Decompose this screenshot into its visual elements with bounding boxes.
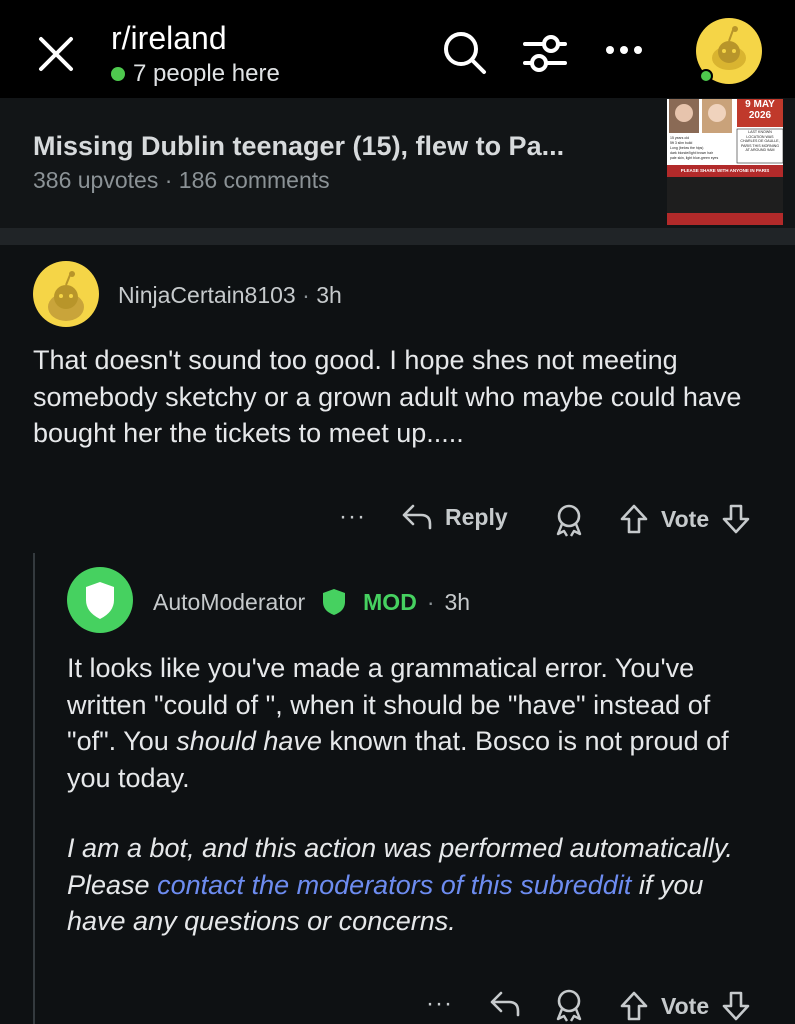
vote-label: Vote [661,992,710,1019]
search-icon[interactable] [440,28,488,76]
thumbnail-location: LAST KNOWN LOCATION WAS CHARLES DE GAULL… [740,130,780,153]
more-options-icon[interactable] [604,44,644,56]
close-icon[interactable] [36,34,76,74]
top-bar: r/ireland 7 people here [0,0,795,98]
contact-moderators-link[interactable]: contact the moderators of this subreddit [157,870,631,900]
vote-label: Vote [661,505,710,532]
mod-badge: MOD [363,588,417,615]
downvote-icon[interactable] [721,990,751,1022]
post-meta: 386 upvotes · 186 comments [33,167,330,194]
subreddit-name[interactable]: r/ireland [111,20,227,57]
emphasis-text: should have [176,726,322,756]
meta-separator: · [426,588,435,615]
comment-author[interactable]: NinjaCertain8103 · 3h [118,282,342,309]
svg-text:5ft 3 slim build: 5ft 3 slim build [670,141,692,145]
reply-icon[interactable] [489,990,521,1018]
upvote-icon[interactable] [619,503,649,535]
username[interactable]: NinjaCertain8103 [118,282,296,308]
reply-button[interactable]: Reply [401,503,508,531]
comment-count: 186 comments [178,167,330,193]
comment-author: AutoModerator MOD · 3h [153,588,470,616]
award-icon[interactable] [553,503,585,537]
section-divider [0,228,795,245]
meta-separator: · [302,282,310,308]
username[interactable]: AutoModerator [153,589,305,616]
comment-body: That doesn't sound too good. I hope shes… [33,345,742,448]
svg-text:15 years old: 15 years old [670,136,689,140]
user-avatar[interactable] [696,18,762,84]
thumbnail-date: 9 MAY 2026 [737,99,783,121]
svg-text:dark blonde/light brown hair: dark blonde/light brown hair [670,151,714,155]
mod-shield-icon [321,588,347,616]
svg-text:Long (below the hips): Long (below the hips) [670,146,703,150]
upvote-icon[interactable] [619,990,649,1022]
reply-icon [402,504,432,530]
thumbnail-banner: PLEASE SHARE WITH ANYONE IN PARIS [680,168,770,173]
vote-control: Vote [619,990,751,1022]
post-thumbnail[interactable]: 15 years old 5ft 3 slim build Long (belo… [667,99,783,225]
thumbnail-date-line1: 9 MAY [745,99,775,110]
thread-line[interactable] [33,553,35,1024]
online-text: 7 people here [133,60,280,87]
vote-control: Vote [619,503,751,535]
meta-separator: · [164,167,173,193]
award-icon[interactable] [553,988,585,1022]
comment-time: 3h [444,588,471,615]
online-count: 7 people here [111,60,280,88]
commenter-avatar[interactable] [33,261,99,327]
upvote-count: 386 upvotes [33,167,159,193]
reply-label[interactable]: Reply [445,504,508,531]
more-actions-button[interactable]: ··· [426,990,453,1018]
automod-avatar[interactable] [67,567,133,633]
comment-body: It looks like you've made a grammatical … [67,650,747,796]
post-title[interactable]: Missing Dublin teenager (15), flew to Pa… [33,131,564,162]
bot-disclaimer: I am a bot, and this action was performe… [67,830,747,940]
svg-text:pale skin, light blue-green ey: pale skin, light blue-green eyes [670,156,719,160]
online-dot-icon [111,67,125,81]
downvote-icon[interactable] [721,503,751,535]
comment-time: 3h [316,282,342,308]
more-actions-button[interactable]: ··· [339,503,366,531]
thumbnail-date-line2: 2026 [748,110,772,121]
filter-icon[interactable] [522,30,568,76]
